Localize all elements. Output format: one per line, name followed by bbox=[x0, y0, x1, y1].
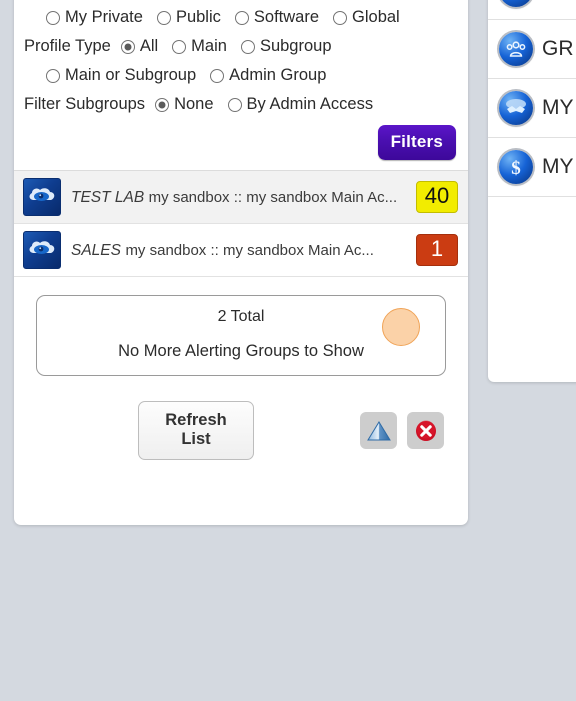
radio-label: None bbox=[174, 95, 214, 113]
sidebar-item-label: PR bbox=[542, 0, 571, 2]
alerting-groups-panel: Visibility All Public, Software & Global… bbox=[14, 0, 468, 525]
radio-label: Software bbox=[253, 8, 320, 26]
list-item[interactable]: TEST LAB my sandbox :: my sandbox Main A… bbox=[14, 171, 468, 224]
radio-dot-icon bbox=[46, 10, 60, 25]
radio-label: Public bbox=[175, 8, 221, 26]
radio-label: Main bbox=[191, 37, 227, 55]
footer-controls: Refresh List bbox=[14, 376, 468, 460]
sidebar-item-gr[interactable]: GR bbox=[488, 19, 576, 78]
radio-visibility-software[interactable]: Software bbox=[234, 3, 320, 32]
list-item-subtitle: my sandbox :: my sandbox Main Ac... bbox=[148, 188, 398, 206]
radio-filter-subgroups-by-admin-access[interactable]: By Admin Access bbox=[227, 90, 374, 119]
filter-label-profile-type: Profile Type bbox=[24, 37, 111, 55]
radio-filter-subgroups-none[interactable]: None bbox=[155, 90, 214, 119]
sidebar-item-pr[interactable]: PR bbox=[488, 0, 576, 19]
radio-dot-icon bbox=[156, 10, 171, 25]
handshake-globe-icon bbox=[499, 91, 533, 125]
status-badge: 40 bbox=[416, 181, 458, 213]
total-count-label: 2 Total bbox=[217, 308, 265, 325]
radio-profile-type-admin-group[interactable]: Admin Group bbox=[210, 61, 326, 90]
radio-label: My Private bbox=[65, 8, 143, 26]
scroll-top-button[interactable] bbox=[360, 412, 397, 449]
refresh-list-button[interactable]: Refresh List bbox=[138, 401, 254, 460]
sidebar-item-my-dollar[interactable]: $ MY bbox=[488, 137, 576, 196]
radio-label: Admin Group bbox=[229, 66, 327, 84]
radio-dot-icon bbox=[46, 68, 60, 83]
cloud-eye-icon bbox=[23, 231, 61, 269]
close-button[interactable] bbox=[407, 412, 444, 449]
sidebar-item-my-handshake[interactable]: MY bbox=[488, 78, 576, 137]
filter-row-profile-type: Profile Type All Main Subgroup bbox=[14, 32, 468, 61]
filter-row-visibility-second: My Private Public Software Global bbox=[14, 3, 468, 32]
blue-triangle-up-icon bbox=[366, 420, 391, 440]
status-message: No More Alerting Groups to Show bbox=[118, 342, 364, 360]
radio-dot-icon bbox=[120, 39, 135, 54]
filter-row-profile-type-second: Main or Subgroup Admin Group bbox=[14, 61, 468, 90]
radio-label: Global bbox=[352, 8, 400, 26]
sidebar-bottom-spacer bbox=[488, 196, 576, 237]
filter-row-filter-subgroups: Filter Subgroups None By Admin Access bbox=[14, 90, 468, 119]
radio-dot-icon bbox=[234, 10, 249, 25]
radio-dot-icon bbox=[210, 68, 225, 83]
dollar-icon: $ bbox=[499, 150, 533, 184]
filter-label-filter-subgroups: Filter Subgroups bbox=[24, 95, 146, 113]
status-badge: 1 bbox=[416, 234, 458, 266]
filters-button-bar: Filters bbox=[14, 119, 468, 170]
list-item-title: TEST LAB bbox=[71, 188, 145, 206]
radio-visibility-public[interactable]: Public bbox=[156, 3, 221, 32]
radio-visibility-my-private[interactable]: My Private bbox=[46, 3, 143, 32]
sidebar-item-label: MY bbox=[542, 96, 574, 119]
status-box: 2 Total No More Alerting Groups to Show bbox=[36, 295, 446, 376]
sidebar-item-label: GR bbox=[542, 37, 574, 60]
filters-button[interactable]: Filters bbox=[377, 125, 456, 160]
list-item-text: TEST LAB my sandbox :: my sandbox Main A… bbox=[71, 188, 408, 207]
svg-text:$: $ bbox=[511, 158, 521, 178]
radio-label: Subgroup bbox=[259, 37, 332, 55]
alerting-groups-list: TEST LAB my sandbox :: my sandbox Main A… bbox=[14, 170, 468, 277]
radio-label: By Admin Access bbox=[246, 95, 374, 113]
list-item-title: SALES bbox=[71, 241, 121, 259]
list-item[interactable]: SALES my sandbox :: my sandbox Main Ac..… bbox=[14, 224, 468, 277]
list-item-subtitle: my sandbox :: my sandbox Main Ac... bbox=[125, 241, 374, 259]
radio-profile-type-main-or-subgroup[interactable]: Main or Subgroup bbox=[46, 61, 196, 90]
filter-options-block: Visibility All Public, Software & Global… bbox=[14, 0, 468, 170]
radio-dot-icon bbox=[227, 97, 242, 112]
radio-dot-icon bbox=[240, 39, 255, 54]
loading-spinner-icon bbox=[382, 308, 420, 346]
group-icon bbox=[499, 32, 533, 66]
list-item-text: SALES my sandbox :: my sandbox Main Ac..… bbox=[71, 241, 408, 260]
radio-profile-type-all[interactable]: All bbox=[120, 32, 159, 61]
radio-visibility-global[interactable]: Global bbox=[333, 3, 400, 32]
radio-label: All bbox=[139, 37, 159, 55]
cloud-eye-icon bbox=[23, 178, 61, 216]
radio-profile-type-subgroup[interactable]: Subgroup bbox=[240, 32, 332, 61]
radio-dot-icon bbox=[172, 39, 187, 54]
red-close-circle-icon bbox=[415, 420, 436, 441]
radio-dot-icon bbox=[333, 10, 348, 25]
person-icon bbox=[499, 0, 533, 7]
radio-label: Main or Subgroup bbox=[65, 66, 197, 84]
radio-profile-type-main[interactable]: Main bbox=[172, 32, 227, 61]
radio-dot-icon bbox=[155, 97, 170, 112]
side-menu-panel: PR GR MY $ MY bbox=[488, 0, 576, 382]
sidebar-item-label: MY bbox=[542, 155, 574, 178]
